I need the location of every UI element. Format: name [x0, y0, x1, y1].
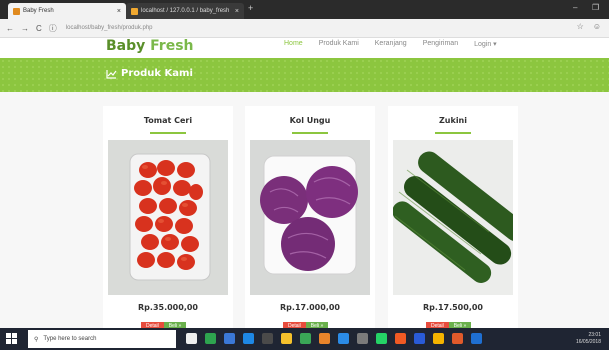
- app-icon[interactable]: [395, 333, 406, 344]
- back-icon[interactable]: ←: [6, 24, 14, 33]
- whatsapp-icon[interactable]: [376, 333, 387, 344]
- product-price: Rp.17.500,00: [423, 303, 483, 312]
- task-view-icon[interactable]: [186, 333, 197, 344]
- nav-links: Home Produk Kami Keranjang Pengiriman Lo…: [284, 40, 497, 48]
- profile-icon[interactable]: ☺: [593, 22, 601, 31]
- app-icon[interactable]: [357, 333, 368, 344]
- tab-label: localhost / 127.0.0.1 / baby_fresh: [141, 8, 230, 14]
- bookmark-star-icon[interactable]: ☆: [577, 22, 584, 31]
- app-icon[interactable]: [338, 333, 349, 344]
- product-price: Rp.35.000,00: [138, 303, 198, 312]
- product-card-kol-ungu: Kol Ungu Rp.17.000,00 Detail Beli »: [245, 106, 375, 330]
- browser-tab-phpmyadmin[interactable]: localhost / 127.0.0.1 / baby_fresh ×: [126, 3, 244, 19]
- app-icon[interactable]: [262, 333, 273, 344]
- app-icon[interactable]: [224, 333, 235, 344]
- app-icon[interactable]: [243, 333, 254, 344]
- baby-fresh-favicon-icon: [13, 7, 20, 15]
- title-underline: [292, 132, 328, 134]
- nav-home[interactable]: Home: [284, 40, 303, 48]
- os-taskbar: ⚲ Type here to search 23:01 16/05/2018: [0, 328, 609, 350]
- maximize-icon[interactable]: ❐: [592, 3, 599, 12]
- page-title: Produk Kami: [106, 68, 193, 79]
- clock-date: 16/05/2018: [575, 339, 601, 345]
- clock-time: 23:01: [588, 332, 601, 338]
- info-icon[interactable]: ⓘ: [49, 23, 57, 34]
- nav-keranjang[interactable]: Keranjang: [375, 40, 407, 48]
- product-image-tomat-ceri[interactable]: [108, 140, 228, 295]
- tab-label: Baby Fresh: [23, 8, 54, 14]
- site-logo[interactable]: Baby Fresh: [106, 38, 194, 54]
- site-navbar: Baby Fresh Home Produk Kami Keranjang Pe…: [0, 38, 609, 58]
- nav-pengiriman[interactable]: Pengiriman: [423, 40, 458, 48]
- title-underline: [150, 132, 186, 134]
- address-bar: ← → C ⓘ localhost/baby_fresh/produk.php …: [0, 19, 609, 38]
- windows-start-icon[interactable]: [6, 333, 17, 344]
- browser-tabbar: Baby Fresh × localhost / 127.0.0.1 / bab…: [0, 0, 609, 19]
- word-icon[interactable]: [414, 333, 425, 344]
- product-card-zukini: Zukini Rp.17.500,00 Detail Beli »: [388, 106, 518, 330]
- firefox-icon[interactable]: [452, 333, 463, 344]
- app-icon[interactable]: [205, 333, 216, 344]
- product-price: Rp.17.000,00: [280, 303, 340, 312]
- chrome-icon[interactable]: [433, 333, 444, 344]
- product-name: Tomat Ceri: [143, 116, 193, 125]
- taskbar-search-field[interactable]: ⚲ Type here to search: [28, 330, 176, 348]
- file-explorer-icon[interactable]: [281, 333, 292, 344]
- product-image-zukini[interactable]: [393, 140, 513, 295]
- title-underline: [435, 132, 471, 134]
- page-banner: Produk Kami: [0, 58, 609, 92]
- minimize-icon[interactable]: –: [573, 3, 577, 12]
- phpmyadmin-favicon-icon: [131, 7, 138, 15]
- url-field[interactable]: localhost/baby_fresh/produk.php: [66, 25, 153, 31]
- search-icon: ⚲: [34, 336, 39, 343]
- product-name: Kol Ungu: [289, 116, 331, 125]
- reload-icon[interactable]: C: [36, 24, 42, 33]
- close-tab-icon[interactable]: ×: [117, 8, 121, 15]
- app-icon[interactable]: [319, 333, 330, 344]
- product-card-tomat-ceri: Tomat Ceri Rp.35.000,00 Detail Beli »: [103, 106, 233, 330]
- taskbar-apps: [186, 333, 482, 344]
- browser-tab-active[interactable]: Baby Fresh ×: [8, 3, 126, 19]
- nav-login[interactable]: Login ▾: [474, 40, 497, 48]
- product-list: Tomat Ceri Rp.35.000,00 Detail Beli » Ko…: [0, 92, 609, 330]
- chart-icon: [106, 69, 117, 79]
- app-icon[interactable]: [300, 333, 311, 344]
- forward-icon[interactable]: →: [21, 24, 29, 33]
- app-icon[interactable]: [471, 333, 482, 344]
- nav-produk-kami[interactable]: Produk Kami: [319, 40, 359, 48]
- close-tab-icon[interactable]: ×: [235, 8, 239, 15]
- new-tab-icon[interactable]: +: [248, 3, 253, 13]
- product-name: Zukini: [439, 116, 467, 125]
- system-tray[interactable]: 23:01 16/05/2018: [576, 332, 601, 346]
- product-image-kol-ungu[interactable]: [250, 140, 370, 295]
